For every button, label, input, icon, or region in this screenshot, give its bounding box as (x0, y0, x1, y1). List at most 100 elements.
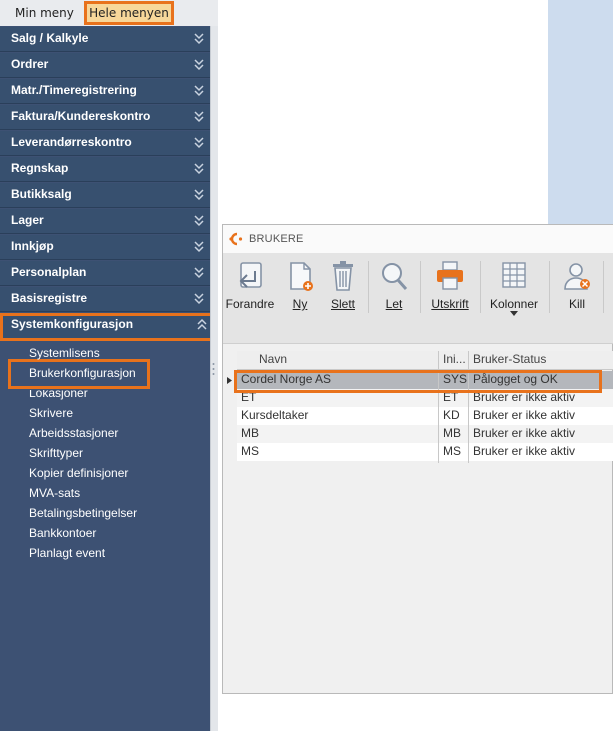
window-titlebar[interactable]: BRUKERE (223, 225, 613, 253)
kolonner-button[interactable]: Kolonner (487, 259, 541, 316)
section-label: Regnskap (11, 161, 69, 175)
column-header-navn[interactable]: Navn (259, 352, 287, 366)
utskrift-button[interactable]: Utskrift (427, 259, 473, 315)
edit-icon (239, 262, 262, 288)
section-label: Systemkonfigurasjon (11, 317, 134, 331)
submenu-mva-sats[interactable]: MVA-sats (29, 486, 80, 500)
sidebar-splitter[interactable] (210, 26, 218, 731)
ribbon-separator (603, 261, 604, 313)
utskrift-label: Utskrift (431, 297, 469, 311)
sidebar-menu: Min meny Hele menyen Salg / Kalkyle Ordr… (0, 0, 218, 731)
submenu-bankkontoer[interactable]: Bankkontoer (29, 526, 96, 540)
section-label: Lager (11, 213, 44, 227)
slett-button[interactable]: Slett (325, 259, 361, 315)
chevron-down-double-icon (194, 189, 204, 201)
chevron-down-double-icon (194, 215, 204, 227)
column-divider (468, 351, 469, 463)
section-label: Innkjøp (11, 239, 54, 253)
chevron-down-double-icon (194, 33, 204, 45)
chevron-down-double-icon (194, 85, 204, 97)
column-header-bruker-status[interactable]: Bruker-Status (473, 352, 546, 366)
submenu-betalingsbetingelser[interactable]: Betalingsbetingelser (29, 506, 137, 520)
submenu-skrivere[interactable]: Skrivere (29, 406, 73, 420)
ny-button[interactable]: Ny (281, 259, 319, 315)
section-matr-timeregistrering[interactable]: Matr./Timeregistrering (0, 79, 210, 104)
menu-tabs: Min meny Hele menyen (0, 0, 218, 26)
ribbon-separator (549, 261, 550, 313)
table-row[interactable]: MB MB Bruker er ikke aktiv (237, 425, 613, 443)
tab-min-meny[interactable]: Min meny (9, 3, 80, 23)
cell-navn: MB (241, 426, 259, 440)
section-label: Salg / Kalkyle (11, 31, 89, 45)
window-title: BRUKERE (249, 233, 304, 245)
row-pointer-icon (227, 377, 232, 384)
submenu-kopier-definisjoner[interactable]: Kopier definisjoner (29, 466, 128, 480)
let-button[interactable]: Let (376, 259, 412, 315)
section-leverandorreskontro[interactable]: Leverandørreskontro (0, 131, 210, 156)
chevron-down-double-icon (194, 137, 204, 149)
submenu-brukerkonfigurasjon[interactable]: Brukerkonfigurasjon (29, 366, 136, 380)
splitter-grip-icon[interactable] (212, 362, 215, 376)
kill-label: Kill (568, 297, 585, 311)
section-ordrer[interactable]: Ordrer (0, 53, 210, 78)
chevron-down-double-icon (194, 293, 204, 305)
cell-ini: KD (443, 408, 460, 422)
cell-navn: Kursdeltaker (241, 408, 309, 422)
submenu-skrifttyper[interactable]: Skrifttyper (29, 446, 83, 460)
cell-navn: MS (241, 444, 259, 458)
section-personalplan[interactable]: Personalplan (0, 261, 210, 286)
section-label: Faktura/Kundereskontro (11, 109, 151, 123)
chevron-down-double-icon (194, 111, 204, 123)
forandre-label: Forandre (225, 297, 275, 311)
background-panel (548, 0, 613, 224)
chevron-down-double-icon (194, 241, 204, 253)
cell-ini: MB (443, 426, 461, 440)
kill-button[interactable]: Kill (557, 259, 597, 315)
table-row[interactable]: Kursdeltaker KD Bruker er ikke aktiv (237, 407, 613, 425)
submenu-arbeidsstasjoner[interactable]: Arbeidsstasjoner (29, 426, 118, 440)
section-lager[interactable]: Lager (0, 209, 210, 234)
cell-status: Bruker er ikke aktiv (473, 444, 576, 458)
section-basisregistre[interactable]: Basisregistre (0, 287, 210, 312)
section-systemkonfigurasjon[interactable]: Systemkonfigurasjon (0, 313, 213, 341)
let-label: Let (385, 297, 403, 311)
cell-status: Bruker er ikke aktiv (473, 408, 576, 422)
kill-user-icon (564, 263, 590, 290)
section-salg-kalkyle[interactable]: Salg / Kalkyle (0, 27, 210, 52)
section-label: Ordrer (11, 57, 49, 71)
kolonner-label: Kolonner (489, 297, 539, 311)
new-document-icon (290, 262, 313, 291)
section-innkjop[interactable]: Innkjøp (0, 235, 210, 260)
cell-ini: MS (443, 444, 461, 458)
ny-label: Ny (292, 297, 308, 311)
chevron-down-double-icon (194, 267, 204, 279)
section-butikksalg[interactable]: Butikksalg (0, 183, 210, 208)
chevron-up-double-icon (197, 318, 207, 330)
printer-icon (437, 261, 463, 290)
dropdown-arrow-icon (510, 311, 518, 316)
cell-status: Bruker er ikke aktiv (473, 426, 576, 440)
selected-row-highlight (234, 370, 602, 393)
ribbon-separator (420, 261, 421, 313)
app-logo-icon (229, 232, 243, 246)
tab-hele-menyen[interactable]: Hele menyen (84, 1, 174, 25)
chevron-down-double-icon (194, 59, 204, 71)
trash-icon (333, 261, 353, 291)
table-row[interactable]: MS MS Bruker er ikke aktiv (237, 443, 613, 461)
section-label: Matr./Timeregistrering (11, 83, 137, 97)
table-header: Navn Ini... Bruker-Status (237, 351, 613, 370)
section-regnskap[interactable]: Regnskap (0, 157, 210, 182)
search-icon (382, 263, 408, 290)
section-label: Personalplan (11, 265, 87, 279)
submenu-systemlisens[interactable]: Systemlisens (29, 346, 100, 360)
submenu-planlagt-event[interactable]: Planlagt event (29, 546, 105, 560)
toolbar-ribbon: Forandre Ny Slett Let Utskrift Kolonner … (223, 253, 613, 344)
forandre-button[interactable]: Forandre (225, 259, 275, 315)
column-divider (438, 351, 439, 463)
column-header-ini[interactable]: Ini... (443, 352, 466, 366)
brukere-window: BRUKERE Forandre Ny Slett Let Utskrift K… (222, 224, 613, 694)
section-label: Butikksalg (11, 187, 72, 201)
section-label: Leverandørreskontro (11, 135, 132, 149)
chevron-down-double-icon (194, 163, 204, 175)
section-faktura-kundereskontro[interactable]: Faktura/Kundereskontro (0, 105, 210, 130)
